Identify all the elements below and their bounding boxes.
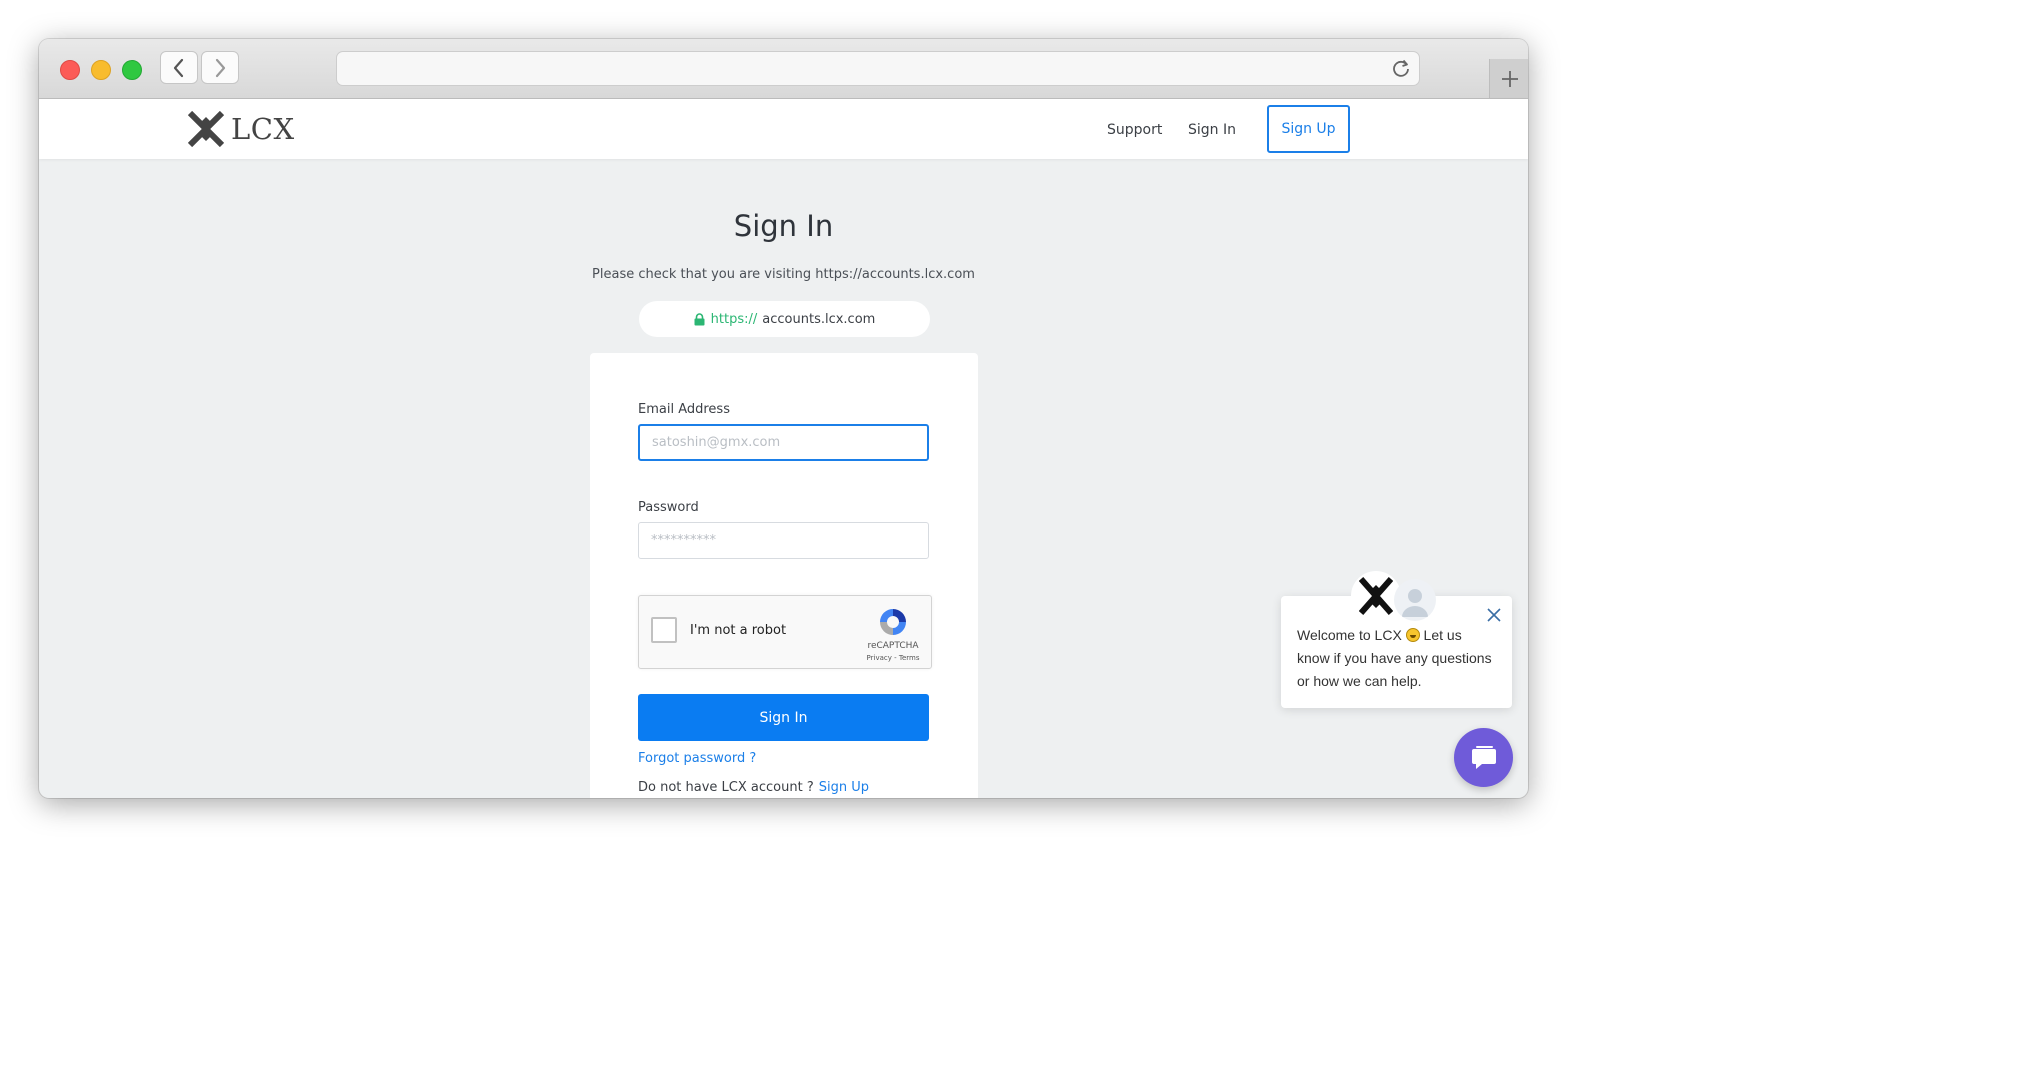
forward-button[interactable] <box>201 51 239 84</box>
nav-support-link[interactable]: Support <box>1107 122 1162 138</box>
plus-icon <box>1501 70 1518 87</box>
nav-sign-up-button[interactable]: Sign Up <box>1267 105 1350 153</box>
email-input[interactable] <box>638 424 929 461</box>
chat-welcome-message: Welcome to LCX Let us know if you have a… <box>1297 624 1497 693</box>
sign-up-link[interactable]: Sign Up <box>819 780 869 795</box>
chevron-right-icon <box>215 58 226 77</box>
password-label: Password <box>638 500 699 515</box>
chat-launcher-button[interactable] <box>1454 728 1513 787</box>
secure-url-pill: https:// accounts.lcx.com <box>639 301 930 337</box>
sign-in-button-label: Sign In <box>759 709 808 726</box>
minimize-window-button[interactable] <box>91 60 111 80</box>
smiley-emoji-icon <box>1405 628 1420 642</box>
no-account-row: Do not have LCX account ? Sign Up <box>638 780 869 795</box>
recaptcha-checkbox[interactable] <box>651 617 677 643</box>
reload-button[interactable] <box>1391 58 1411 82</box>
nav-sign-up-label: Sign Up <box>1281 121 1336 137</box>
chat-welcome-popup[interactable]: Welcome to LCX Let us know if you have a… <box>1281 596 1512 708</box>
sign-in-button[interactable]: Sign In <box>638 694 929 741</box>
password-input[interactable] <box>638 522 929 559</box>
reload-icon <box>1393 59 1409 77</box>
browser-toolbar <box>39 39 1528 99</box>
lcx-logo-icon <box>188 111 224 147</box>
chat-agent-avatar <box>1394 579 1436 621</box>
url-scheme: https:// <box>710 311 758 327</box>
chat-bubble-icon <box>1471 745 1496 769</box>
recaptcha-brand: reCAPTCHA <box>867 641 919 651</box>
address-bar[interactable] <box>336 51 1420 86</box>
close-window-button[interactable] <box>60 60 80 80</box>
close-icon <box>1487 608 1501 622</box>
logo-text: LCX <box>231 112 295 146</box>
phishing-notice: Please check that you are visiting https… <box>592 267 975 282</box>
chat-message-part1: Welcome to LCX <box>1297 627 1402 643</box>
url-domain: accounts.lcx.com <box>762 311 876 327</box>
chevron-left-icon <box>173 58 184 77</box>
no-account-text: Do not have LCX account ? <box>638 780 814 795</box>
recaptcha-label: I'm not a robot <box>690 623 787 638</box>
new-tab-button[interactable] <box>1489 59 1528 98</box>
lcx-logo[interactable]: LCX <box>188 111 295 147</box>
user-icon <box>1402 589 1428 617</box>
email-label: Email Address <box>638 402 730 417</box>
recaptcha-logo-icon <box>880 609 906 635</box>
nav-sign-in-link[interactable]: Sign In <box>1188 122 1236 138</box>
recaptcha-widget: I'm not a robot reCAPTCHA Privacy - Term… <box>638 595 932 669</box>
browser-window: LCX Support Sign In Sign Up Sign In Plea… <box>39 39 1528 798</box>
site-header: LCX Support Sign In Sign Up <box>39 99 1528 159</box>
back-button[interactable] <box>160 51 198 84</box>
forgot-password-link[interactable]: Forgot password ? <box>638 751 756 766</box>
lock-icon <box>694 312 705 325</box>
lcx-logo-icon <box>1359 577 1393 615</box>
recaptcha-privacy-terms[interactable]: Privacy - Terms <box>861 654 925 662</box>
zoom-window-button[interactable] <box>122 60 142 80</box>
chat-close-button[interactable] <box>1487 607 1501 626</box>
sign-in-card: Email Address Password I'm not a robot r… <box>590 353 978 798</box>
page-title: Sign In <box>733 209 834 243</box>
